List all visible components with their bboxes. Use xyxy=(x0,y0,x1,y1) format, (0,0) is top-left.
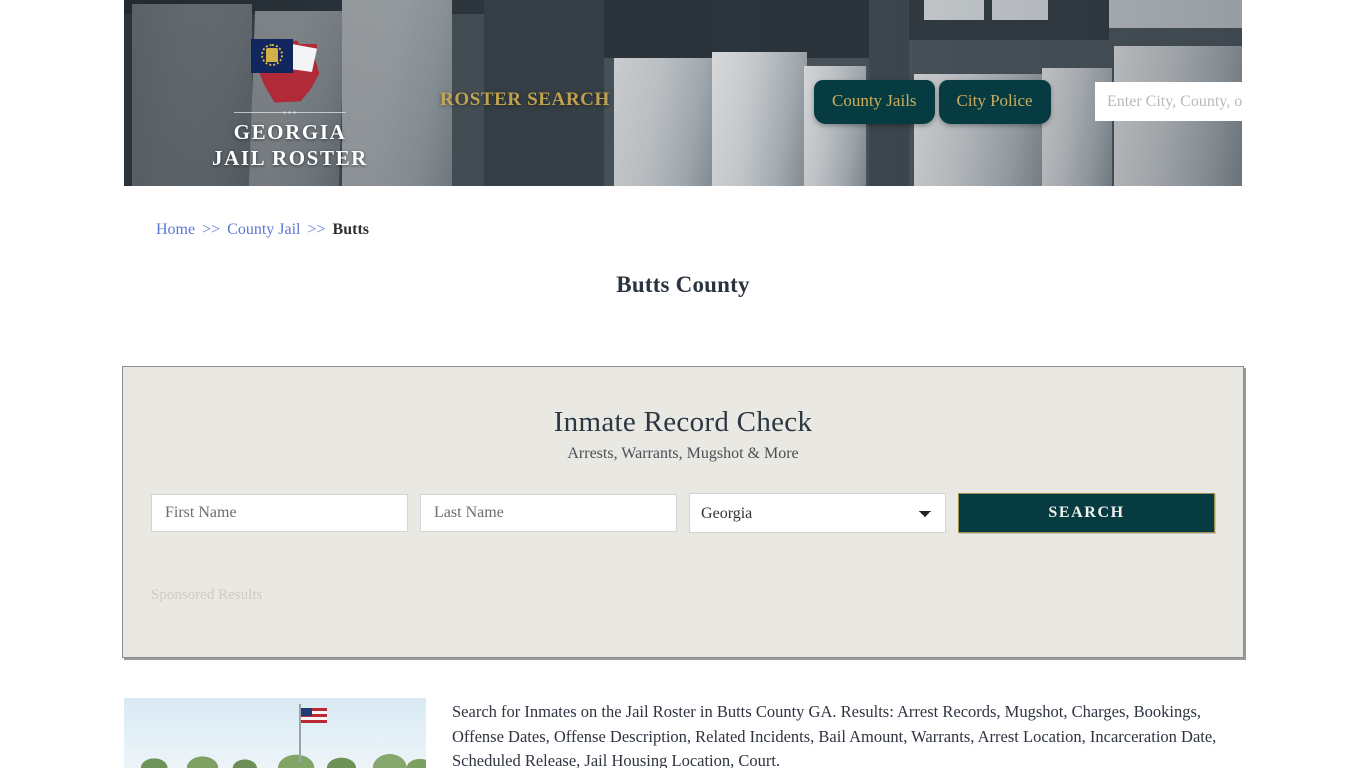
logo-divider xyxy=(234,112,346,113)
panel-search-button[interactable]: SEARCH xyxy=(958,493,1215,533)
header-nav: County Jails City Police xyxy=(814,80,1051,124)
page-root: GEORGIA JAIL ROSTER ROSTER SEARCH County… xyxy=(0,0,1366,768)
jail-photo-thumbnail[interactable] xyxy=(124,698,426,768)
header-search xyxy=(1095,82,1242,121)
georgia-flag-icon xyxy=(245,38,335,106)
sponsored-results-label: Sponsored Results xyxy=(151,587,263,603)
inmate-search-form: Georgia SEARCH xyxy=(123,493,1243,533)
nav-city-police[interactable]: City Police xyxy=(938,80,1051,124)
inmate-record-check-panel: Inmate Record Check Arrests, Warrants, M… xyxy=(122,366,1244,658)
breadcrumb-home[interactable]: Home xyxy=(156,221,195,238)
breadcrumb-current: Butts xyxy=(332,221,369,238)
state-select[interactable]: Georgia xyxy=(689,493,947,533)
content-section: Search for Inmates on the Jail Roster in… xyxy=(124,698,1244,768)
panel-subtitle: Arrests, Warrants, Mugshot & More xyxy=(567,445,799,462)
jail-description-text: Search for Inmates on the Jail Roster in… xyxy=(452,702,1217,768)
breadcrumb-separator-2: >> xyxy=(307,221,326,238)
breadcrumb-county-jail[interactable]: County Jail xyxy=(227,221,300,238)
header-tagline: ROSTER SEARCH xyxy=(440,89,610,110)
logo-line-2: JAIL ROSTER xyxy=(212,146,368,170)
first-name-input[interactable] xyxy=(151,494,409,532)
breadcrumb: Home >> County Jail >> Butts xyxy=(156,221,369,239)
site-header: GEORGIA JAIL ROSTER ROSTER SEARCH County… xyxy=(124,0,1242,186)
logo-line-1: GEORGIA xyxy=(233,120,347,144)
treeline-graphic xyxy=(124,742,426,768)
nav-county-jails[interactable]: County Jails xyxy=(814,80,935,124)
breadcrumb-separator-1: >> xyxy=(202,221,221,238)
last-name-input[interactable] xyxy=(420,494,678,532)
flag-canton xyxy=(301,708,312,716)
page-title: Butts County xyxy=(616,272,750,297)
panel-title: Inmate Record Check xyxy=(553,406,813,438)
site-logo[interactable]: GEORGIA JAIL ROSTER xyxy=(190,38,390,171)
search-input[interactable] xyxy=(1095,82,1242,121)
